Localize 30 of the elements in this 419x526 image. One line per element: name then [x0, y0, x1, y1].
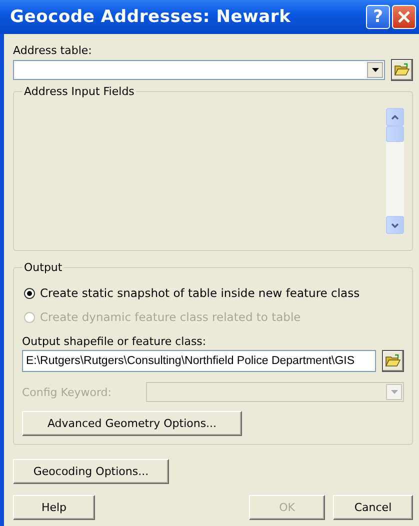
close-icon [398, 11, 410, 23]
field-label: Config Keyword: [22, 386, 112, 398]
radio-label: Create static snapshot of table inside new feature class [40, 286, 360, 300]
group-title: Address Input Fields [23, 85, 136, 98]
folder-icon [385, 354, 401, 368]
window-title: Geocode Addresses: Newark [10, 7, 292, 27]
chevron-up-icon [391, 114, 399, 120]
advanced-geometry-button[interactable]: Advanced Geometry Options... [22, 411, 242, 436]
close-button[interactable] [392, 5, 416, 29]
open-button[interactable] [382, 350, 404, 372]
scrollbar[interactable] [386, 108, 404, 234]
output-path-field[interactable]: E:\Rutgers\Rutgers\Consulting\Northfield Police Department\GIS [22, 350, 376, 372]
open-button[interactable] [391, 59, 413, 81]
dialog-button[interactable]: Cancel [333, 495, 413, 520]
field-label: Address table: [13, 44, 93, 57]
dropdown-button[interactable] [367, 62, 383, 78]
radio-label: Create dynamic feature class related to table [40, 310, 301, 324]
chevron-down-icon [391, 222, 399, 228]
caret-icon [372, 68, 378, 72]
dialog-button[interactable]: Help [13, 495, 95, 520]
geocoding-options-button[interactable]: Geocoding Options... [13, 459, 169, 484]
scroll-thumb[interactable] [386, 126, 404, 142]
group-title: Output [23, 261, 64, 274]
folder-icon [394, 63, 410, 77]
scroll-up-button[interactable] [386, 108, 404, 126]
field-label: Output shapefile or feature class: [22, 335, 208, 348]
caret-icon [390, 390, 398, 394]
radio-button[interactable] [24, 288, 35, 298]
help-button[interactable]: ? [366, 5, 390, 29]
scroll-down-button[interactable] [386, 216, 404, 234]
